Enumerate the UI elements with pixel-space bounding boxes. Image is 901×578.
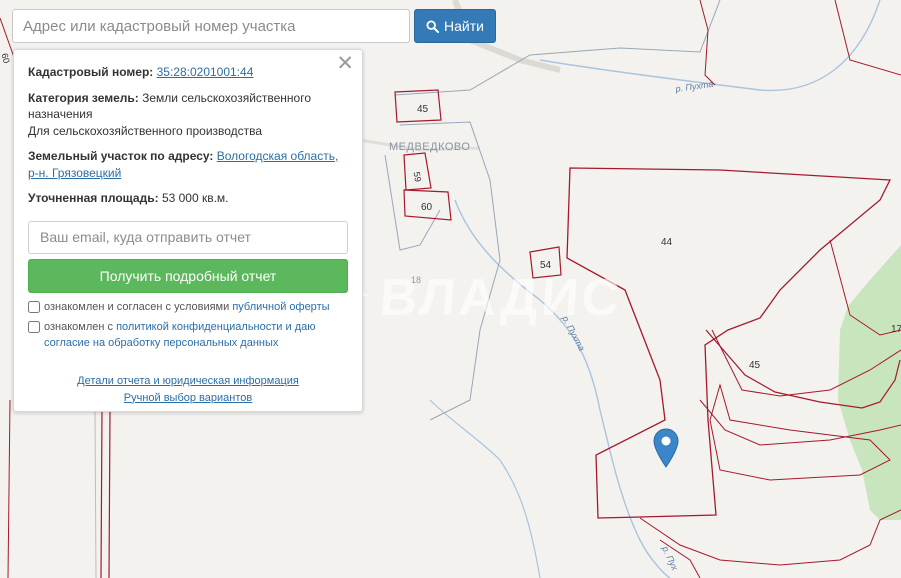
land-category-label: Категория земель: [28, 90, 139, 105]
parcel-info-panel: ✕ Кадастровый номер: 35:28:0201001:44 Ка… [13, 49, 363, 412]
offer-agreement-label: ознакомлен и согласен с условиями [44, 300, 230, 313]
parcel-label-59: 59 [412, 171, 424, 183]
privacy-agreement-label: ознакомлен с [44, 320, 114, 333]
email-input[interactable] [28, 220, 348, 254]
report-details-link[interactable]: Детали отчета и юридическая информация [77, 375, 299, 387]
public-offer-link[interactable]: публичной оферты [232, 301, 329, 313]
privacy-agreement-checkbox[interactable] [28, 320, 40, 333]
parcel-label-17: 17 [891, 324, 901, 335]
parcel-label-45b: 45 [749, 360, 761, 371]
cadastral-number-row: Кадастровый номер: 35:28:0201001:44 [28, 64, 348, 81]
search-button-label: Найти [444, 18, 484, 34]
search-input[interactable] [12, 9, 410, 43]
parcel-label-45a: 45 [417, 104, 429, 115]
search-icon [426, 19, 440, 33]
parcel-label-18: 18 [411, 275, 421, 285]
search-button[interactable]: Найти [414, 9, 496, 43]
search-bar: Найти [12, 9, 496, 43]
address-row: Земельный участок по адресу: Вологодская… [28, 148, 348, 181]
offer-agreement-text: ознакомлен и согласен с условиями публич… [44, 299, 330, 315]
offer-agreement-row: ознакомлен и согласен с условиями публич… [28, 299, 348, 315]
manual-selection-link[interactable]: Ручной выбор вариантов [124, 392, 252, 404]
cadastral-number-label: Кадастровый номер: [28, 65, 154, 79]
area-value: 53 000 кв.м. [161, 191, 229, 205]
get-report-button[interactable]: Получить подробный отчет [28, 258, 348, 293]
land-category-row: Категория земель: Земли сельскохозяйстве… [28, 90, 348, 140]
cadastral-number-link[interactable]: 35:28:0201001:44 [157, 65, 254, 79]
privacy-agreement-text: ознакомлен с политикой конфиденциальност… [44, 319, 348, 351]
panel-footer-links: Детали отчета и юридическая информация Р… [28, 373, 348, 407]
address-label: Земельный участок по адресу: [28, 149, 214, 163]
privacy-agreement-row: ознакомлен с политикой конфиденциальност… [28, 319, 348, 351]
parcel-label-54: 54 [540, 260, 552, 271]
close-icon[interactable]: ✕ [336, 53, 354, 75]
parcel-label-60: 60 [421, 202, 433, 213]
land-use-value: Для сельскохозяйственного производства [28, 123, 263, 138]
parcel-label-44: 44 [661, 237, 673, 248]
area-row: Уточненная площадь: 53 000 кв.м. [28, 190, 348, 207]
map-pin-icon[interactable] [653, 428, 679, 468]
offer-agreement-checkbox[interactable] [28, 300, 40, 313]
area-label: Уточненная площадь: [28, 191, 159, 205]
village-label: МЕДВЕДКОВО [389, 141, 470, 153]
